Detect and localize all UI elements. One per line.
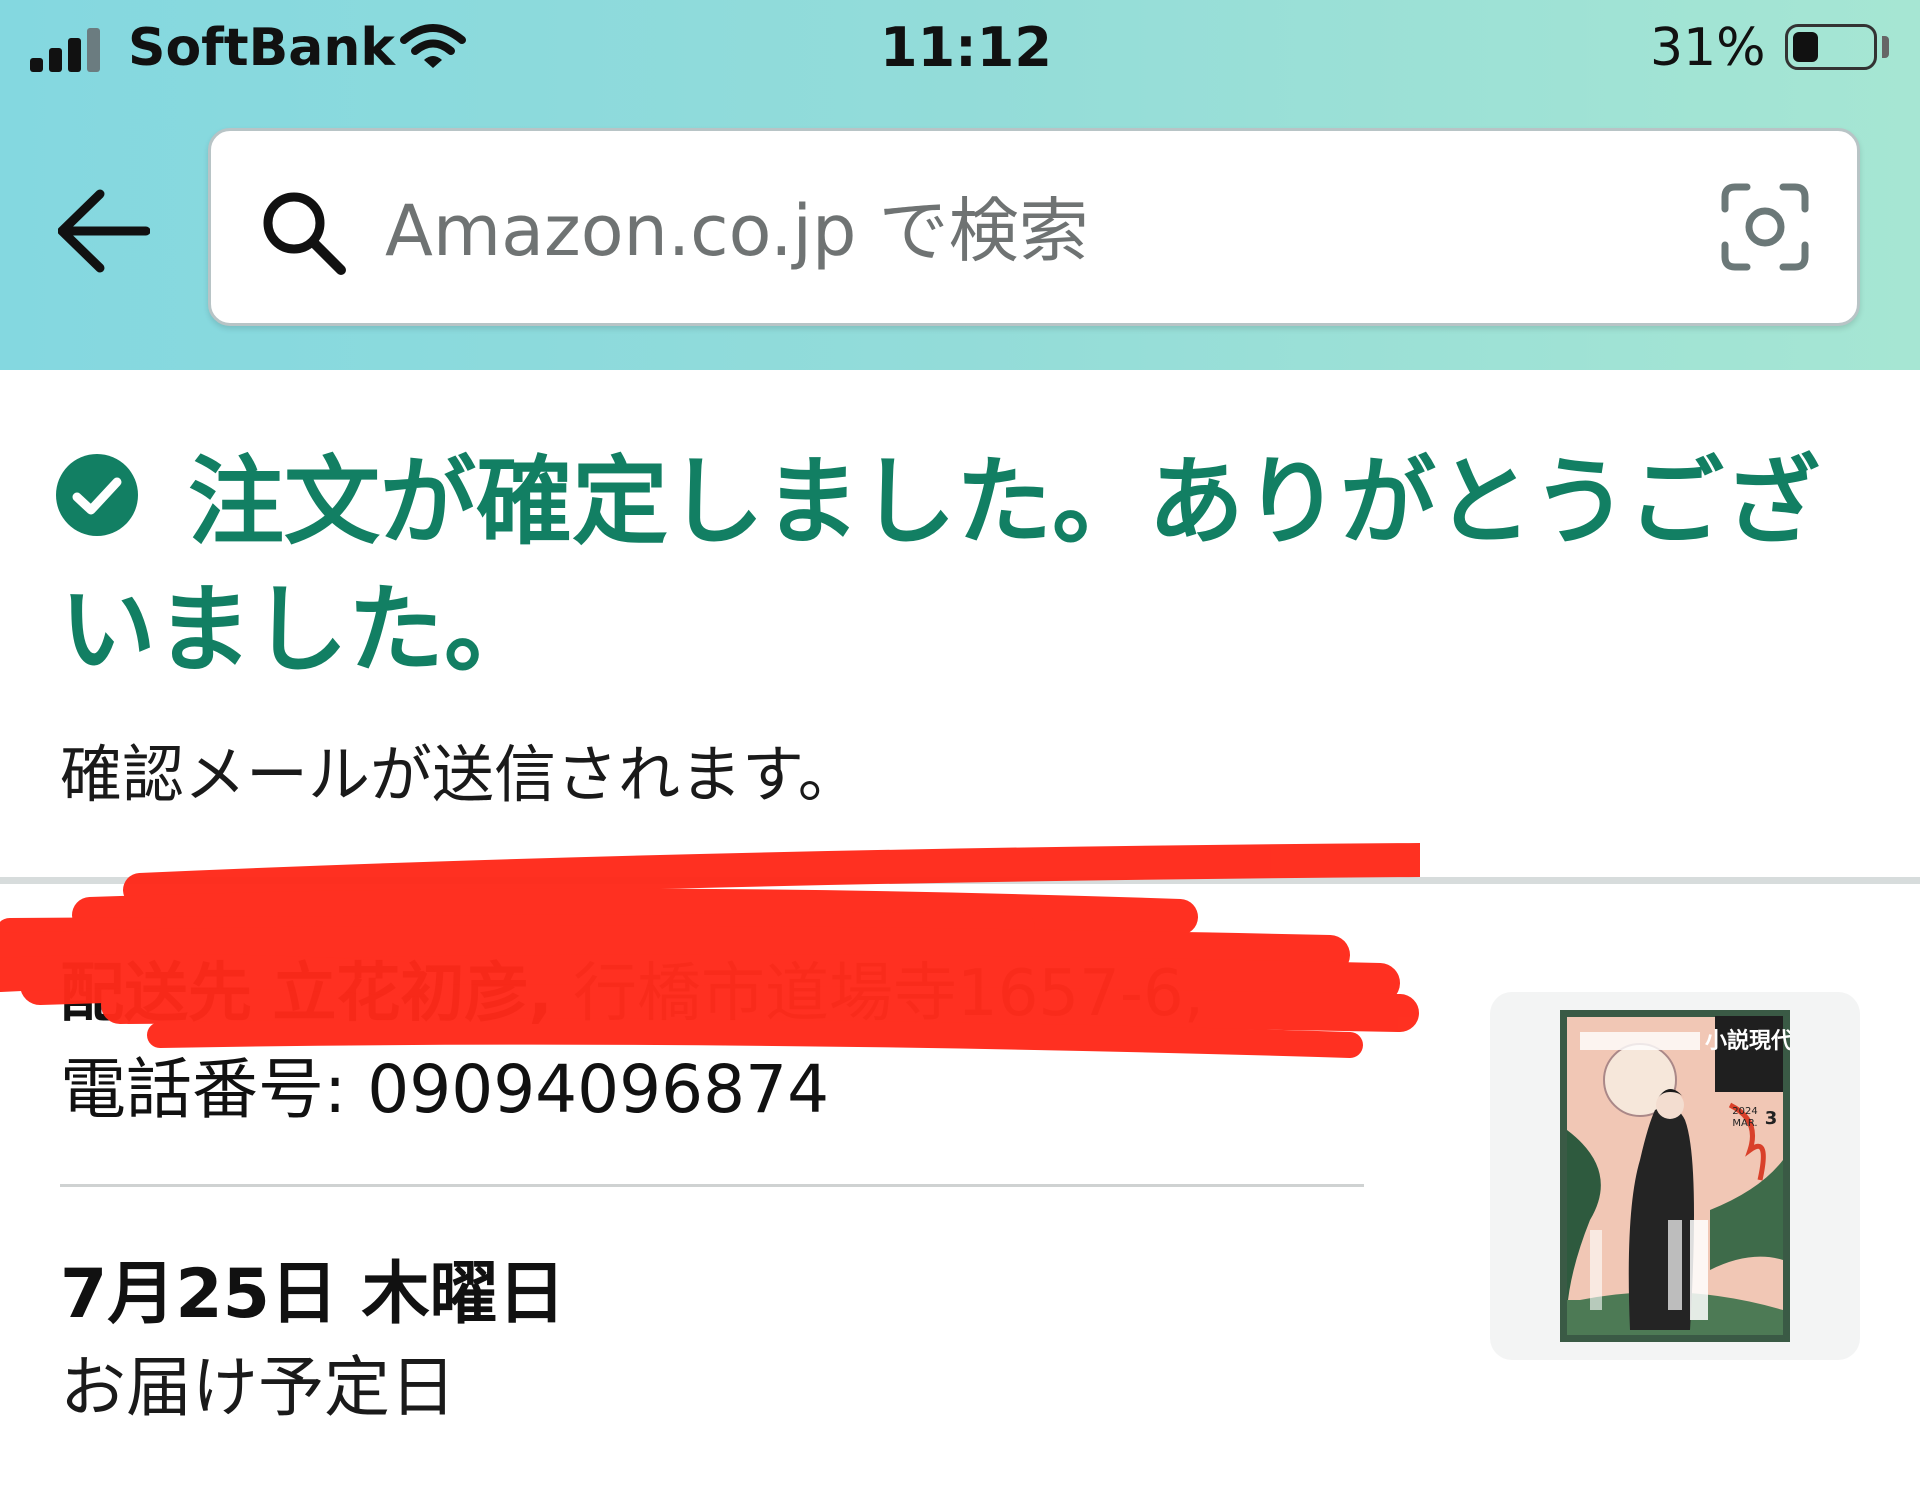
- carrier-name: SoftBank: [128, 18, 395, 78]
- section-divider: [0, 877, 1920, 884]
- signal-bar: [30, 58, 43, 72]
- confirmation-email-note: 確認メールが送信されます。: [60, 738, 860, 811]
- delivery-label: お届け予定日: [60, 1349, 456, 1426]
- address-text: 行橋市道場寺1657-6,: [573, 957, 1205, 1031]
- battery-percent: 31%: [1650, 18, 1766, 78]
- shipping-address: 配送先 立花初彦, 行橋市道場寺1657-6,: [60, 954, 1204, 1034]
- recipient-name: 立花初彦,: [272, 957, 553, 1031]
- item-divider: [60, 1184, 1364, 1187]
- battery-cap: [1882, 36, 1889, 58]
- shipping-label: 配送先: [60, 957, 252, 1031]
- delivery-date: 7月25日 木曜日: [60, 1255, 566, 1334]
- magazine-cover-image: 小説現代 2024 MAR. 3: [1560, 1010, 1790, 1342]
- signal-icon: [30, 28, 110, 72]
- phone-number: 電話番号: 09094096874: [60, 1051, 830, 1128]
- signal-bar: [49, 48, 62, 72]
- app-header: SoftBank 11:12 31% Amazon.co.jp で検索: [0, 0, 1920, 370]
- signal-bar: [87, 28, 100, 72]
- search-icon: [263, 192, 346, 275]
- signal-bar: [68, 38, 81, 72]
- cover-issue: 3: [1765, 1108, 1778, 1129]
- cover-title: 小説現代: [1705, 1028, 1790, 1054]
- back-arrow-icon[interactable]: [58, 188, 150, 274]
- battery-icon: [1785, 24, 1877, 70]
- cover-month: MAR.: [1732, 1118, 1757, 1129]
- search-bar[interactable]: Amazon.co.jp で検索: [208, 128, 1860, 326]
- wifi-icon: [400, 24, 466, 68]
- order-confirmed-heading: 注文が確定しました。ありがとうございました。: [60, 446, 1820, 686]
- camera-scan-icon[interactable]: [1721, 183, 1809, 271]
- status-bar: SoftBank 11:12 31%: [0, 0, 1920, 100]
- cover-year: 2024: [1732, 1106, 1757, 1117]
- product-thumbnail[interactable]: 小説現代 2024 MAR. 3: [1490, 992, 1860, 1360]
- status-time: 11:12: [880, 16, 1052, 79]
- search-input[interactable]: Amazon.co.jp で検索: [385, 181, 1089, 281]
